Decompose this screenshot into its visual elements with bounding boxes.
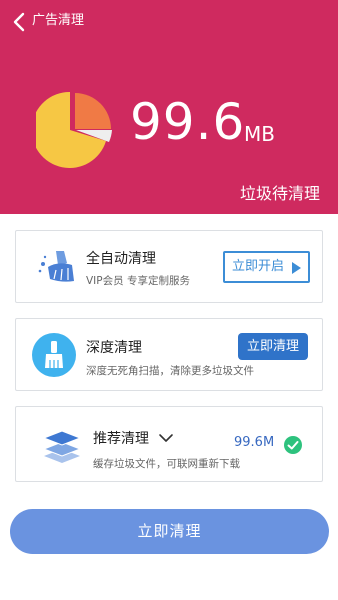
header-banner: 广告清理 99.6 MB 垃圾待清理	[0, 0, 338, 214]
recommended-clean-title: 推荐清理	[93, 431, 149, 447]
clean-now-button[interactable]: 立即清理	[10, 509, 329, 554]
brush-icon	[32, 333, 76, 377]
play-arrow-icon	[292, 262, 301, 274]
check-circle-icon[interactable]	[284, 436, 302, 454]
auto-clean-subtitle: VIP会员 专享定制服务	[86, 275, 190, 287]
page-title: 广告清理	[32, 13, 85, 28]
junk-size-unit: MB	[244, 122, 275, 146]
deep-clean-button[interactable]: 立即清理	[238, 333, 308, 360]
enable-now-label: 立即开启	[232, 259, 285, 274]
recommended-clean-card[interactable]: 推荐清理 缓存垃圾文件，可联网重新下载 99.6M	[15, 406, 323, 482]
junk-status-label: 垃圾待清理	[239, 184, 320, 203]
junk-size-value: 99.6	[130, 93, 246, 151]
chevron-down-icon[interactable]	[158, 432, 174, 444]
auto-clean-card[interactable]: 全自动清理 VIP会员 专享定制服务 立即开启	[15, 230, 323, 303]
back-arrow-icon[interactable]	[10, 10, 30, 34]
recommended-clean-subtitle: 缓存垃圾文件，可联网重新下载	[93, 458, 240, 470]
deep-clean-subtitle: 深度无死角扫描，清除更多垃圾文件	[86, 365, 254, 377]
deep-clean-card[interactable]: 深度清理 深度无死角扫描，清除更多垃圾文件 立即清理	[15, 318, 323, 391]
deep-clean-title: 深度清理	[86, 340, 142, 356]
broom-sparkle-icon	[38, 251, 74, 282]
auto-clean-title: 全自动清理	[86, 251, 156, 267]
recommended-size: 99.6M	[234, 435, 275, 450]
layers-icon	[42, 430, 82, 463]
enable-now-button[interactable]: 立即开启	[223, 251, 310, 283]
pie-chart-icon	[36, 92, 112, 168]
